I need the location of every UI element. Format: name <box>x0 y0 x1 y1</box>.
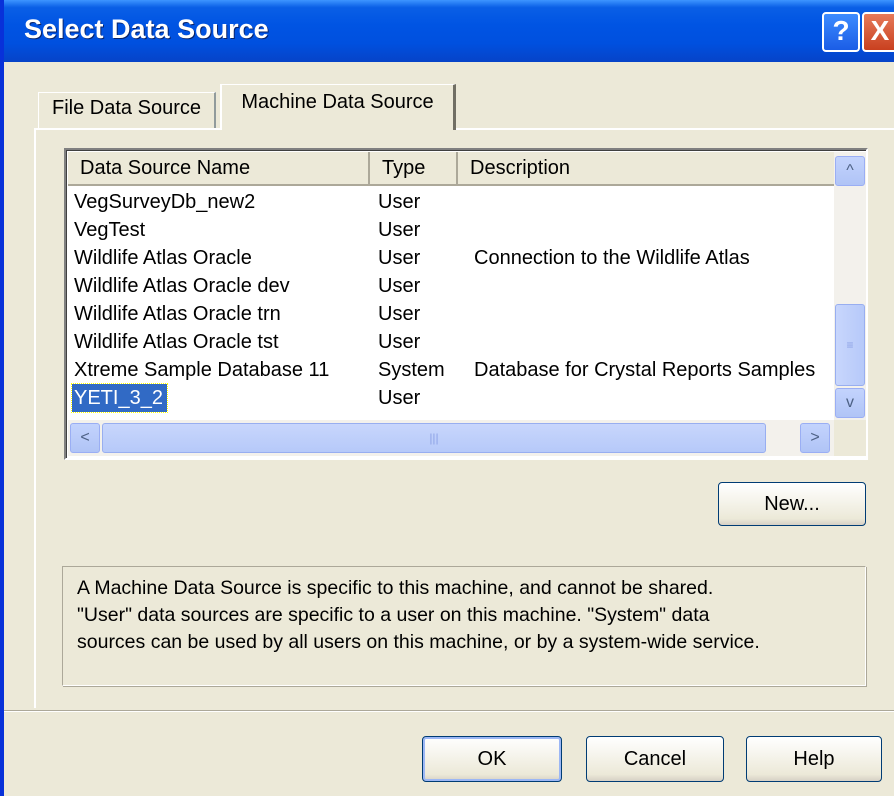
data-source-description: Database for Crystal Reports Samples <box>474 359 816 381</box>
tab-machine-data-source[interactable]: Machine Data Source <box>220 84 456 130</box>
info-line-3: sources can be used by all users on this… <box>77 631 760 653</box>
info-description: A Machine Data Source is specific to thi… <box>62 566 866 686</box>
data-source-type: User <box>378 219 421 241</box>
divider <box>4 710 894 712</box>
scroll-right-icon[interactable]: > <box>800 423 830 453</box>
column-header-type[interactable]: Type <box>370 152 458 186</box>
scroll-down-icon[interactable]: v <box>835 388 865 418</box>
data-source-name: VegSurveyDb_new2 <box>74 191 256 213</box>
data-source-name: YETI_3_2 <box>71 383 168 413</box>
ok-button[interactable]: OK <box>422 736 562 782</box>
select-data-source-dialog: Select Data Source ? X File Data Source … <box>0 0 894 796</box>
horizontal-scrollbar[interactable]: < ||| > <box>68 420 834 456</box>
list-item-selected[interactable]: YETI_3_2 User <box>68 383 834 413</box>
list-item[interactable]: Wildlife Atlas Oracle dev User <box>68 272 834 300</box>
horizontal-scroll-thumb[interactable]: ||| <box>102 423 766 453</box>
info-line-1: A Machine Data Source is specific to thi… <box>77 577 714 599</box>
data-source-name: Wildlife Atlas Oracle dev <box>74 275 290 297</box>
dialog-title: Select Data Source <box>24 14 269 44</box>
data-source-name: Wildlife Atlas Oracle tst <box>74 331 279 353</box>
list-item[interactable]: Xtreme Sample Database 11 System Databas… <box>68 356 834 384</box>
vertical-scroll-thumb[interactable]: ≡ <box>835 304 865 386</box>
data-source-type: User <box>378 191 421 213</box>
scrollbar-corner <box>834 420 866 456</box>
title-bar[interactable]: Select Data Source ? X <box>4 0 894 62</box>
data-source-description: Connection to the Wildlife Atlas <box>474 247 750 269</box>
list-item[interactable]: Wildlife Atlas Oracle tst User <box>68 328 834 356</box>
close-icon[interactable]: X <box>862 12 894 52</box>
data-source-type: User <box>378 303 421 325</box>
data-source-list[interactable]: Data Source Name Type Description VegSur… <box>64 148 868 460</box>
cancel-button[interactable]: Cancel <box>586 736 724 782</box>
tab-file-data-source[interactable]: File Data Source <box>38 92 216 128</box>
list-item[interactable]: Wildlife Atlas Oracle trn User <box>68 300 834 328</box>
scroll-left-icon[interactable]: < <box>70 423 100 453</box>
data-source-type: System <box>378 359 445 381</box>
info-line-2: "User" data sources are specific to a us… <box>77 604 710 626</box>
list-item[interactable]: VegTest User <box>68 216 834 244</box>
help-icon[interactable]: ? <box>822 12 860 52</box>
data-source-type: User <box>378 331 421 353</box>
new-button[interactable]: New... <box>718 482 866 526</box>
data-source-name: Wildlife Atlas Oracle trn <box>74 303 281 325</box>
column-header-description[interactable]: Description <box>458 152 834 186</box>
column-header-name[interactable]: Data Source Name <box>68 152 370 186</box>
data-source-name: Wildlife Atlas Oracle <box>74 247 252 269</box>
scroll-up-icon[interactable]: ^ <box>835 156 865 186</box>
data-source-type: User <box>378 247 421 269</box>
list-item[interactable]: VegSurveyDb_new2 User <box>68 188 834 216</box>
vertical-scrollbar[interactable]: ^ ≡ v <box>834 152 866 420</box>
list-item[interactable]: Wildlife Atlas Oracle User Connection to… <box>68 244 834 272</box>
data-source-name: VegTest <box>74 219 146 241</box>
data-source-type: User <box>378 275 421 297</box>
help-button[interactable]: Help <box>746 736 882 782</box>
data-source-type: User <box>378 387 421 409</box>
data-source-name: Xtreme Sample Database 11 <box>74 359 330 381</box>
